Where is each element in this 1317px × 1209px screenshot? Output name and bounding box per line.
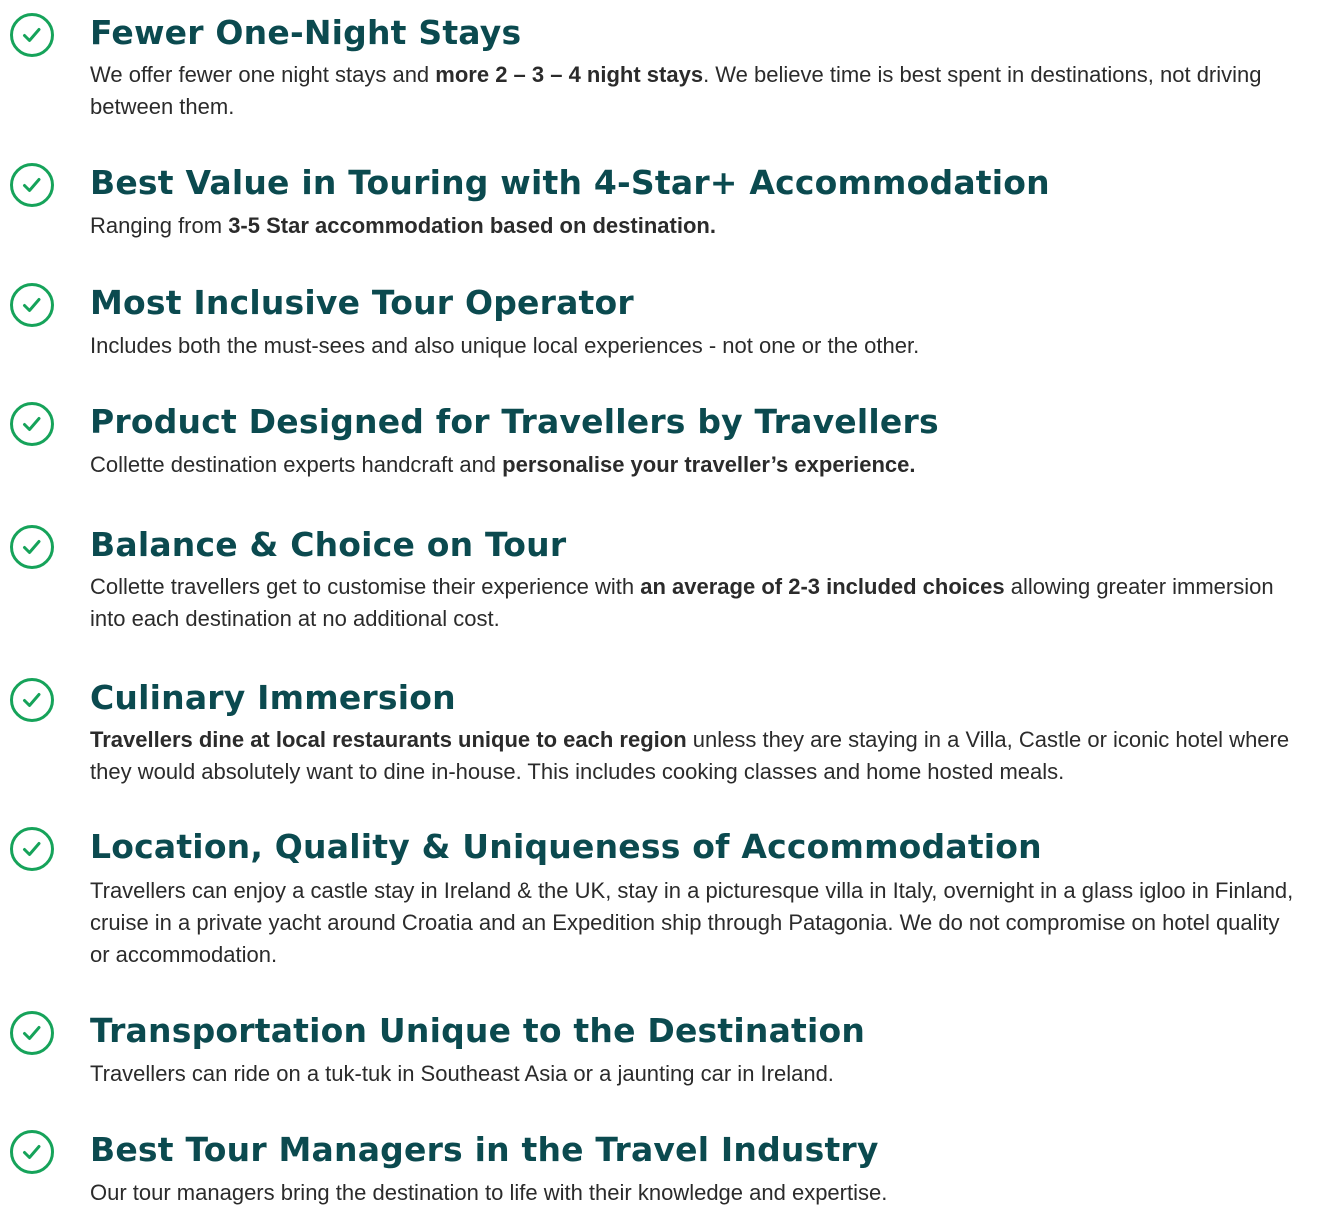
text-segment: Travellers can ride on a tuk-tuk in Sout… [90,1061,834,1086]
text-segment: Ranging from [90,213,229,238]
benefit-title: Culinary Immersion [90,678,456,717]
check-circle-icon [9,826,55,872]
bold-text: more 2 – 3 – 4 night stays [435,62,704,87]
check-circle-icon [9,12,55,58]
benefit-description: Travellers dine at local restaurants uni… [90,724,1305,788]
text-segment: Includes both the must-sees and also uni… [90,333,920,358]
benefit-description: Our tour managers bring the destination … [90,1177,1305,1209]
benefit-title: Best Value in Touring with 4-Star+ Accom… [90,163,1050,202]
check-circle-icon [9,677,55,723]
bold-text: an average of 2-3 included choices [640,574,1005,599]
benefit-description: Collette destination experts handcraft a… [90,449,1305,481]
text-segment: Our tour managers bring the destination … [90,1180,888,1205]
bold-text: personalise your traveller’s experience. [502,452,916,477]
check-circle-icon [9,401,55,447]
benefit-description: Travellers can enjoy a castle stay in Ir… [90,875,1305,971]
check-circle-icon [9,1010,55,1056]
benefit-title: Balance & Choice on Tour [90,525,567,564]
text-segment: Travellers can enjoy a castle stay in Ir… [90,878,1294,967]
benefit-description: Collette travellers get to customise the… [90,571,1305,635]
benefit-title: Location, Quality & Uniqueness of Accomm… [90,827,1042,866]
benefit-title: Most Inclusive Tour Operator [90,283,634,322]
benefit-description: We offer fewer one night stays and more … [90,59,1305,123]
benefit-title: Transportation Unique to the Destination [90,1011,866,1050]
check-circle-icon [9,1129,55,1175]
text-segment: We offer fewer one night stays and [90,62,436,87]
bold-text: Travellers dine at local restaurants uni… [90,727,687,752]
bold-text: 3-5 Star accommodation based on destinat… [228,213,716,238]
benefit-title: Best Tour Managers in the Travel Industr… [90,1130,879,1169]
text-segment: Collette travellers get to customise the… [90,574,641,599]
benefit-title: Fewer One-Night Stays [90,13,522,52]
benefit-description: Includes both the must-sees and also uni… [90,330,1305,362]
text-segment: Collette destination experts handcraft a… [90,452,503,477]
benefit-description: Ranging from 3-5 Star accommodation base… [90,210,1305,242]
check-circle-icon [9,524,55,570]
check-circle-icon [9,162,55,208]
benefit-description: Travellers can ride on a tuk-tuk in Sout… [90,1058,1305,1090]
benefit-title: Product Designed for Travellers by Trave… [90,402,939,441]
check-circle-icon [9,282,55,328]
